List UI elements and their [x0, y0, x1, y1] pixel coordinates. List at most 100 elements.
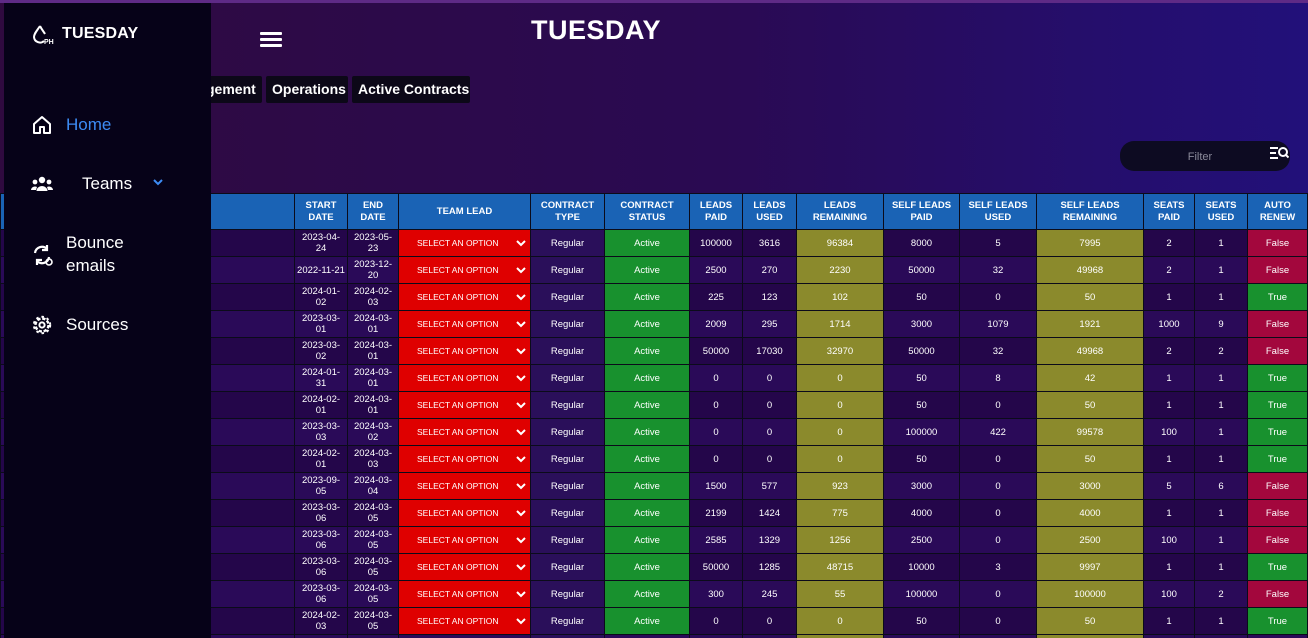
cell-self-leads-used: 8	[959, 364, 1037, 392]
team-lead-select[interactable]: SELECT AN OPTION	[398, 229, 531, 257]
select-label: SELECT AN OPTION	[417, 507, 499, 518]
chevron-down-icon	[516, 294, 526, 301]
cell-start-date: 2024-01-02	[294, 283, 348, 311]
column-header-contract-type[interactable]: CONTRACT TYPE	[530, 193, 605, 230]
chevron-down-icon[interactable]	[152, 176, 164, 188]
team-lead-select[interactable]: SELECT AN OPTION	[398, 256, 531, 284]
cell-self-leads-remaining: 50	[1036, 391, 1144, 419]
cell-end-date: 2024-03-05	[347, 526, 399, 554]
cell-leads-used: 17030	[742, 337, 797, 365]
cell-seats-used: 2	[1194, 337, 1248, 365]
sidebar-item-bounce-emails[interactable]: Bounce emails	[30, 231, 146, 277]
cell-leads-remaining: 1256	[796, 526, 884, 554]
cell-leads-remaining: 0	[796, 445, 884, 473]
brand[interactable]: PH TUESDAY	[32, 23, 138, 45]
cell-contract-type: Regular	[530, 364, 605, 392]
cell-self-leads-paid: 100000	[883, 418, 960, 446]
cell-leads-paid: 2009	[689, 310, 743, 338]
cell-start-date: 2023-03-01	[294, 310, 348, 338]
cell-self-leads-paid: 50	[883, 607, 960, 635]
select-label: SELECT AN OPTION	[417, 561, 499, 572]
cell-self-leads-remaining	[1036, 634, 1144, 638]
cell-contract-status: Active	[604, 499, 690, 527]
cell-end-date: 2024-03-03	[347, 445, 399, 473]
column-header-auto-renew[interactable]: AUTO RENEW	[1247, 193, 1308, 230]
cell-start-date: 2023-09-05	[294, 472, 348, 500]
cell-leads-paid: 0	[689, 391, 743, 419]
cell-auto-renew: True	[1247, 445, 1308, 473]
column-header-self-leads-paid[interactable]: SELF LEADS PAID	[883, 193, 960, 230]
team-lead-select[interactable]: SELECT AN OPTION	[398, 472, 531, 500]
menu-toggle-button[interactable]	[258, 30, 284, 50]
cell-seats-paid: 1	[1143, 364, 1195, 392]
cell-seats-used: 1	[1194, 256, 1248, 284]
cell-leads-used: 0	[742, 364, 797, 392]
filter-input[interactable]	[1128, 146, 1272, 168]
cell-leads-paid: 50000	[689, 337, 743, 365]
cell-start-date: 2022-11-21	[294, 256, 348, 284]
bounce-icon	[33, 245, 53, 266]
cell-auto-renew: True	[1247, 418, 1308, 446]
svg-text:PH: PH	[44, 39, 54, 45]
brand-name: TUESDAY	[62, 25, 139, 42]
chevron-down-icon	[516, 429, 526, 436]
cell-leads-remaining: 2230	[796, 256, 884, 284]
sidebar-item-sources[interactable]: Sources	[30, 313, 128, 337]
cell-self-leads-remaining: 49968	[1036, 256, 1144, 284]
cell-contract-status	[604, 634, 690, 638]
sidebar-item-teams[interactable]: Teams	[30, 172, 164, 196]
team-lead-select[interactable]: SELECT AN OPTION	[398, 310, 531, 338]
cell-seats-used: 6	[1194, 472, 1248, 500]
team-lead-select[interactable]: SELECT AN OPTION	[398, 283, 531, 311]
column-header-leads-paid[interactable]: LEADS PAID	[689, 193, 743, 230]
column-header-seats-used[interactable]: SEATS USED	[1194, 193, 1248, 230]
team-lead-select[interactable]: SELECT AN OPTION	[398, 553, 531, 581]
team-lead-select[interactable]: SELECT AN OPTION	[398, 418, 531, 446]
cell-leads-paid: 1500	[689, 472, 743, 500]
column-header-end-date[interactable]: END DATE	[347, 193, 399, 230]
cell-seats-paid	[1143, 634, 1195, 638]
cell-self-leads-paid: 50	[883, 283, 960, 311]
column-header-seats-paid[interactable]: SEATS PAID	[1143, 193, 1195, 230]
team-lead-select[interactable]: SELECT AN OPTION	[398, 391, 531, 419]
nav-active-contracts[interactable]: Active Contracts	[352, 76, 470, 103]
select-label: SELECT AN OPTION	[417, 345, 499, 356]
column-header-team-lead[interactable]: TEAM LEAD	[398, 193, 531, 230]
cell-contract-type: Regular	[530, 445, 605, 473]
cell-seats-used: 1	[1194, 283, 1248, 311]
cell-self-leads-used: 1079	[959, 310, 1037, 338]
column-header-self-leads-remaining[interactable]: SELF LEADS REMAINING	[1036, 193, 1144, 230]
chevron-down-icon	[516, 618, 526, 625]
team-lead-select[interactable]: SELECT AN OPTION	[398, 607, 531, 635]
team-lead-select[interactable]: SELECT AN OPTION	[398, 526, 531, 554]
team-lead-select[interactable]: SELECT AN OPTION	[398, 580, 531, 608]
team-lead-select[interactable]: SELECT AN OPTION	[398, 337, 531, 365]
column-header-start-date[interactable]: START DATE	[294, 193, 348, 230]
cell-start-date: 2023-03-06	[294, 580, 348, 608]
cell-seats-paid: 1	[1143, 499, 1195, 527]
column-header-leads-remaining[interactable]: LEADS REMAINING	[796, 193, 884, 230]
team-lead-select[interactable]: SELECT AN OPTION	[398, 499, 531, 527]
cell-self-leads-used: 0	[959, 283, 1037, 311]
team-lead-select[interactable]: SELECT AN OPTION	[398, 364, 531, 392]
cell-contract-type: Regular	[530, 391, 605, 419]
sidebar-item-home[interactable]: Home	[30, 113, 111, 137]
chevron-down-icon	[516, 456, 526, 463]
nav-operations[interactable]: Operations	[266, 76, 348, 103]
column-header-contract-status[interactable]: CONTRACT STATUS	[604, 193, 690, 230]
cell-leads-used: 3616	[742, 229, 797, 257]
cell-self-leads-paid: 10000	[883, 553, 960, 581]
cell-seats-paid: 1	[1143, 445, 1195, 473]
cell-leads-paid: 2585	[689, 526, 743, 554]
filter-search-icon[interactable]	[1270, 145, 1289, 161]
cell-contract-type: Regular	[530, 310, 605, 338]
cell-leads-paid: 225	[689, 283, 743, 311]
cell-auto-renew: True	[1247, 364, 1308, 392]
team-lead-select[interactable]: SELECT AN OPTION	[398, 445, 531, 473]
cell-leads-used: 270	[742, 256, 797, 284]
column-header-self-leads-used[interactable]: SELF LEADS USED	[959, 193, 1037, 230]
cell-seats-paid: 1	[1143, 607, 1195, 635]
chevron-down-icon	[516, 321, 526, 328]
column-header-leads-used[interactable]: LEADS USED	[742, 193, 797, 230]
chevron-down-icon	[516, 267, 526, 274]
